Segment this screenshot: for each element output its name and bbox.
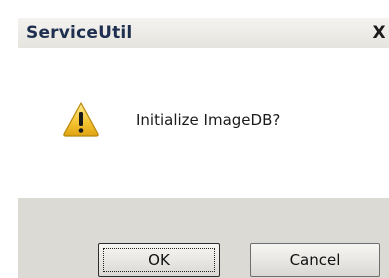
cancel-button[interactable]: Cancel bbox=[250, 243, 380, 277]
dialog-title: ServiceUtil bbox=[26, 23, 133, 43]
message-text: Initialize ImageDB? bbox=[136, 111, 281, 129]
title-bar[interactable]: ServiceUtil X bbox=[18, 18, 389, 49]
dialog-content: Initialize ImageDB? bbox=[18, 48, 389, 198]
warning-icon bbox=[62, 101, 100, 137]
screenshot-frame: ServiceUtil X Initialize ImageDB? OK Can… bbox=[0, 0, 389, 278]
close-button[interactable]: X bbox=[368, 23, 389, 43]
ok-button[interactable]: OK bbox=[98, 243, 220, 277]
message-dialog: ServiceUtil X Initialize ImageDB? OK Can… bbox=[18, 18, 389, 278]
button-bar: OK Cancel bbox=[18, 198, 389, 278]
cancel-button-label: Cancel bbox=[289, 251, 341, 269]
ok-button-label: OK bbox=[148, 251, 170, 269]
